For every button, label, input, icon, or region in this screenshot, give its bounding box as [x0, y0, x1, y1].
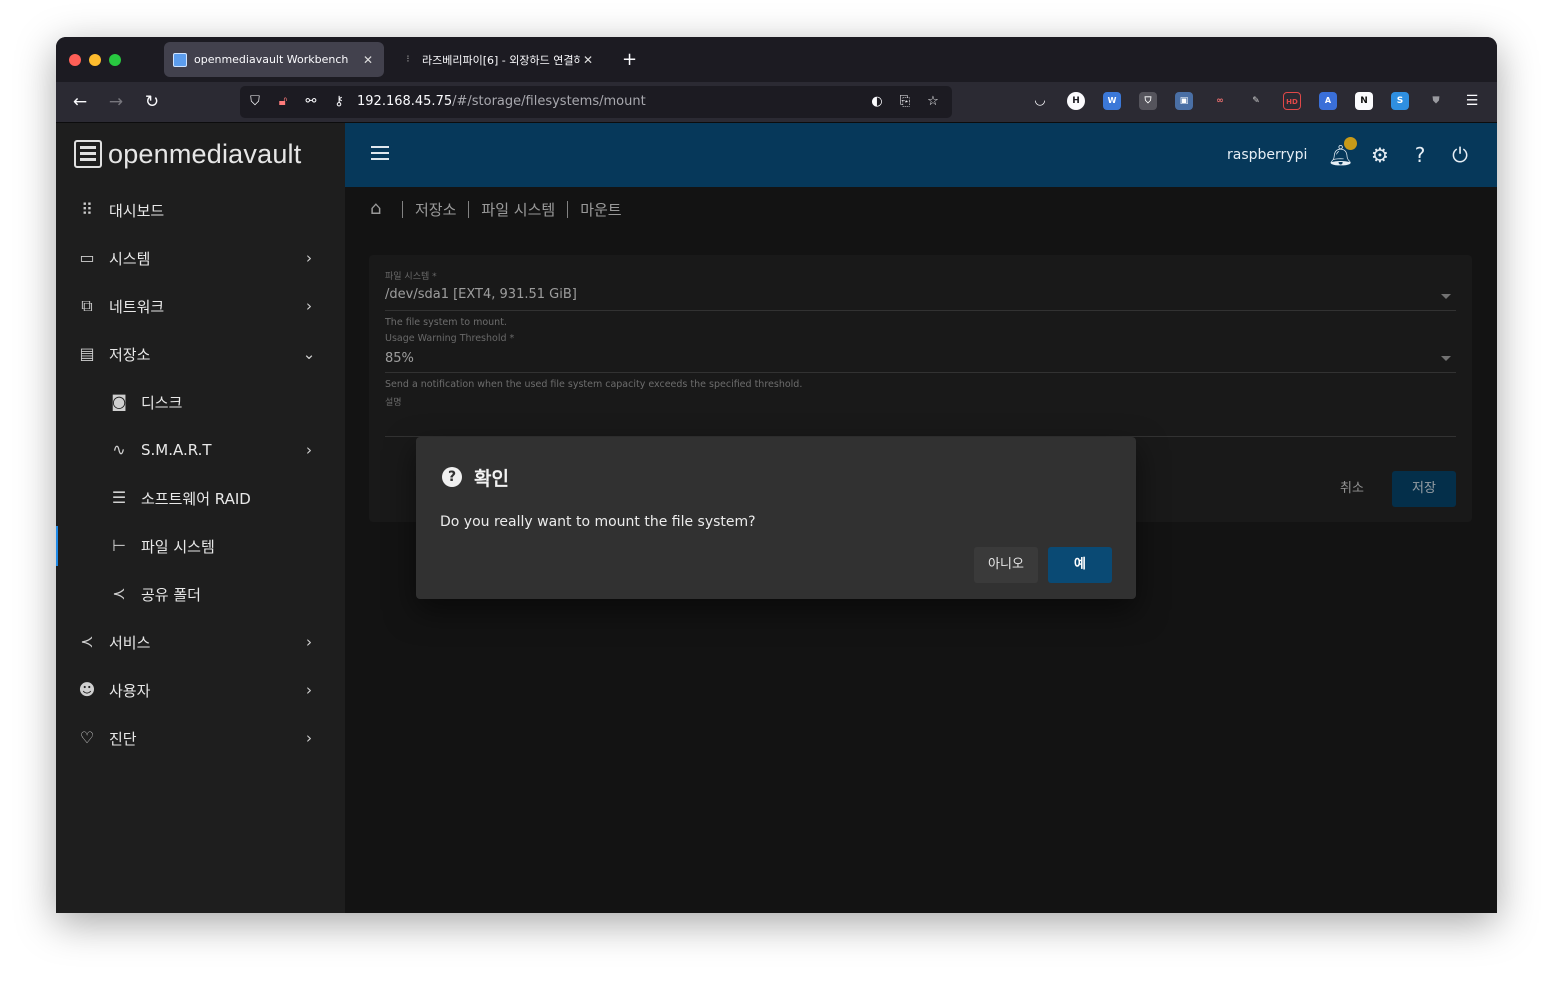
chevron-right-icon: ›: [306, 249, 312, 267]
omv-favicon-icon: [173, 52, 187, 67]
users-icon: ☻: [78, 680, 96, 699]
pulse-icon: ∿: [112, 440, 126, 459]
translate-icon[interactable]: ⎘: [896, 93, 914, 111]
no-button[interactable]: 아니오: [974, 547, 1038, 583]
badge-extension-icon[interactable]: ⛊: [1427, 92, 1445, 110]
top-bar: raspberrypi 🔔︎ ⚙ ? ⏻: [345, 123, 1497, 187]
notion-extension-icon[interactable]: N: [1355, 92, 1373, 110]
s-extension-icon[interactable]: S: [1391, 92, 1409, 110]
word-extension-icon[interactable]: W: [1103, 92, 1121, 110]
back-arrow-icon[interactable]: ←: [69, 91, 91, 113]
menu-icon[interactable]: ☰: [1463, 92, 1481, 110]
grid-icon: ⠿: [81, 200, 93, 219]
gear-icon[interactable]: ⚙: [1368, 143, 1392, 167]
new-tab-button[interactable]: +: [622, 49, 637, 70]
tab-title: 라즈베리파이[6] - 외장하드 연결하기: [422, 53, 580, 67]
minimize-window-button[interactable]: [89, 54, 101, 66]
sidebar-item-users[interactable]: ☻ 사용자 ›: [56, 666, 345, 714]
sidebar-item-disks[interactable]: ◙ 디스크: [56, 378, 345, 426]
laptop-icon: ▭: [79, 248, 95, 267]
share-icon: ≺: [80, 632, 94, 651]
close-tab-icon[interactable]: ✕: [580, 53, 596, 67]
sidebar-item-filesystems[interactable]: ⊢ 파일 시스템: [56, 522, 345, 570]
insecure-lock-icon[interactable]: 🔓︎: [274, 93, 292, 111]
glasses-extension-icon[interactable]: ∞: [1211, 92, 1229, 110]
h-extension-icon[interactable]: H: [1067, 92, 1085, 110]
chevron-right-icon: ›: [306, 297, 312, 315]
close-tab-icon[interactable]: ✕: [360, 53, 376, 67]
key-icon[interactable]: ⚷: [330, 93, 348, 111]
sidebar-item-system[interactable]: ▭ 시스템 ›: [56, 234, 345, 282]
browser-window: openmediavault Workbench ✕ ⁝ 라즈베리파이[6] -…: [56, 37, 1497, 913]
share-icon: ≺: [112, 584, 126, 603]
power-icon[interactable]: ⏻: [1448, 143, 1472, 167]
chevron-right-icon: ›: [306, 441, 312, 459]
sidebar: openmediavault ⠿ 대시보드 ▭ 시스템 › ⧉ 네트워크 › ▤…: [56, 123, 345, 913]
confirm-dialog: ? 확인 Do you really want to mount the fil…: [416, 437, 1136, 599]
reload-icon[interactable]: ↻: [141, 91, 163, 113]
brand-name: openmediavault: [108, 138, 302, 169]
close-window-button[interactable]: [69, 54, 81, 66]
sidebar-item-diagnostics[interactable]: ♡ 진단 ›: [56, 714, 345, 762]
chevron-right-icon: ›: [306, 681, 312, 699]
chevron-down-icon: ⌄: [302, 345, 316, 363]
dialog-message: Do you really want to mount the file sys…: [440, 514, 756, 530]
dialog-title: ? 확인: [442, 465, 509, 490]
url-bar[interactable]: ⛉ 🔓︎ ⚯ ⚷ 192.168.45.75/#/storage/filesys…: [240, 86, 952, 118]
hd-extension-icon[interactable]: HD: [1283, 92, 1301, 110]
chevron-right-icon: ›: [306, 729, 312, 747]
storage-icon: ▤: [79, 344, 95, 363]
sidebar-item-dashboard[interactable]: ⠿ 대시보드: [56, 186, 345, 234]
browser-tab[interactable]: ⁝ 라즈베리파이[6] - 외장하드 연결하기 ✕: [392, 42, 604, 77]
tree-icon: ⊢: [112, 536, 126, 555]
pocket-icon[interactable]: ◡: [1031, 92, 1049, 110]
permissions-icon[interactable]: ⚯: [302, 93, 320, 111]
omv-logo-icon: [74, 140, 102, 168]
tab-title: openmediavault Workbench: [194, 53, 349, 66]
sidebar-item-services[interactable]: ≺ 서비스 ›: [56, 618, 345, 666]
tab-strip: openmediavault Workbench ✕ ⁝ 라즈베리파이[6] -…: [56, 37, 1497, 82]
user-name[interactable]: raspberrypi: [1227, 147, 1307, 163]
translate-extension-icon[interactable]: A: [1319, 92, 1337, 110]
url-text[interactable]: 192.168.45.75/#/storage/filesystems/moun…: [357, 94, 646, 109]
sidebar-item-shared-folders[interactable]: ≺ 공유 폴더: [56, 570, 345, 618]
help-icon[interactable]: ?: [1408, 143, 1432, 167]
shield-icon[interactable]: ⛉: [246, 93, 264, 111]
sidebar-item-storage[interactable]: ▤ 저장소 ⌄: [56, 330, 345, 378]
sidebar-item-smart[interactable]: ∿ S.M.A.R.T ›: [56, 426, 345, 474]
heartbeat-icon: ♡: [79, 728, 95, 747]
site-favicon-icon: ⁝: [406, 53, 410, 65]
network-icon: ⧉: [81, 296, 93, 315]
notification-badge: [1344, 137, 1357, 150]
brand[interactable]: openmediavault: [74, 137, 301, 171]
omv-app: openmediavault ⠿ 대시보드 ▭ 시스템 › ⧉ 네트워크 › ▤…: [56, 123, 1497, 913]
maximize-window-button[interactable]: [109, 54, 121, 66]
disk-icon: ◙: [111, 392, 127, 411]
database-icon: ☰: [111, 488, 127, 507]
shield-extension-icon[interactable]: ⛉: [1139, 92, 1157, 110]
hamburger-menu-icon[interactable]: [371, 146, 389, 160]
screenshot-extension-icon[interactable]: ▣: [1175, 92, 1193, 110]
question-icon: ?: [442, 467, 462, 487]
edit-extension-icon[interactable]: ✎: [1247, 92, 1265, 110]
chevron-right-icon: ›: [306, 633, 312, 651]
sidebar-item-network[interactable]: ⧉ 네트워크 ›: [56, 282, 345, 330]
sidebar-item-software-raid[interactable]: ☰ 소프트웨어 RAID: [56, 474, 345, 522]
yes-button[interactable]: 예: [1048, 547, 1112, 583]
browser-tab-active[interactable]: openmediavault Workbench ✕: [164, 42, 384, 77]
bookmark-star-icon[interactable]: ☆: [924, 93, 942, 111]
forward-arrow-icon[interactable]: →: [105, 91, 127, 113]
navigation-bar: ← → ↻ ⛉ 🔓︎ ⚯ ⚷ 192.168.45.75/#/storage/f…: [56, 82, 1497, 123]
reader-mode-icon[interactable]: ◐: [868, 93, 886, 111]
